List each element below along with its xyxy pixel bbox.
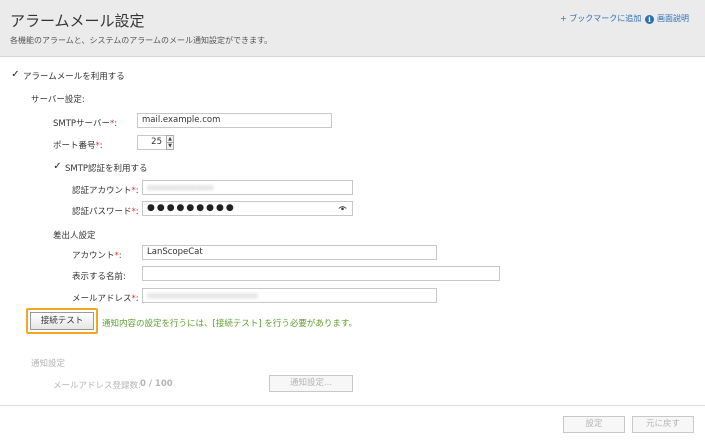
footer-divider [0, 405, 705, 406]
smtp-auth-label: SMTP認証を利用する [65, 164, 148, 174]
smtp-server-label: SMTPサーバー*: [53, 119, 118, 129]
registered-count-label: メールアドレス登録数: [53, 381, 141, 391]
smtp-server-input[interactable]: mail.example.com [137, 113, 332, 128]
sender-account-input[interactable]: LanScopeCat [142, 245, 437, 260]
auth-account-label: 認証アカウント*: [72, 186, 139, 196]
help-link[interactable]: i 画面説明 [645, 13, 689, 24]
port-input[interactable]: 25 [137, 135, 167, 150]
info-icon: i [645, 15, 654, 24]
page-subtitle: 各機能のアラームと、システムのアラームのメール通知設定ができます。 [10, 36, 273, 45]
spin-down-icon[interactable]: ▼ [167, 142, 173, 149]
port-label: ポート番号*: [53, 141, 103, 151]
email-input[interactable]: xxxxxxxxxxxxxxxxxxxxxxxxx [142, 288, 437, 303]
bookmark-link[interactable]: + ブックマークに追加 [560, 13, 641, 24]
help-link-label: 画面説明 [657, 14, 689, 23]
page-title: アラームメール設定 [10, 12, 145, 30]
auth-account-input[interactable]: xxxxxxxxxxxxxxx [142, 180, 353, 195]
sender-section-label: 差出人設定 [53, 231, 96, 241]
auth-password-label: 認証パスワード*: [72, 207, 139, 217]
smtp-auth-checkbox[interactable]: ✓ [53, 162, 62, 172]
email-label: メールアドレス*: [72, 294, 139, 304]
sender-account-label: アカウント*: [72, 251, 122, 261]
display-name-label: 表示する名前: [72, 272, 126, 282]
display-name-input[interactable] [142, 266, 500, 281]
notification-settings-button[interactable]: 通知設定... [269, 375, 353, 392]
port-stepper[interactable]: ▲ ▼ [166, 135, 174, 150]
eye-icon[interactable] [338, 206, 347, 211]
use-alarm-mail-checkbox[interactable]: ✓ [11, 70, 20, 80]
test-note: 通知内容の設定を行うには、[接続テスト] を行う必要があります。 [102, 319, 357, 329]
notification-section-label: 通知設定 [31, 359, 66, 369]
server-section-label: サーバー設定: [31, 95, 85, 105]
reset-button[interactable]: 元に戻す [632, 416, 694, 433]
auth-password-input[interactable]: ●●●●●●●●● [142, 201, 353, 216]
save-button[interactable]: 設定 [563, 416, 625, 433]
connection-test-button[interactable]: 接続テスト [30, 312, 94, 330]
use-alarm-mail-label: アラームメールを利用する [23, 72, 125, 82]
registered-count-value: 0 / 100 [140, 379, 173, 389]
page-header: アラームメール設定 各機能のアラームと、システムのアラームのメール通知設定ができ… [0, 0, 705, 57]
